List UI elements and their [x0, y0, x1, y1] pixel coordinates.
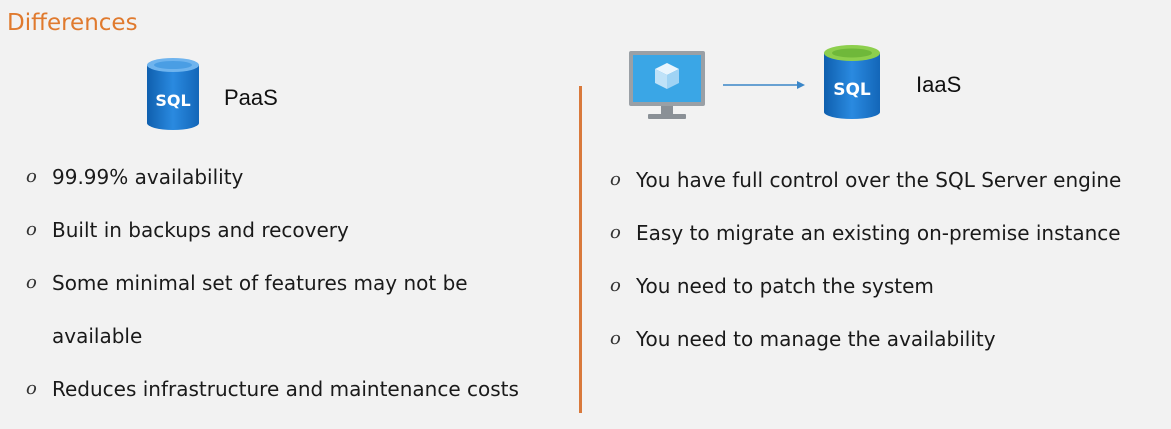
bullet-text: Built in backups and recovery [52, 218, 349, 242]
bullet-marker: o [610, 328, 621, 349]
bullet-text: You have full control over the SQL Serve… [636, 168, 1122, 192]
bullet-text: 99.99% availability [52, 165, 244, 189]
virtual-machine-icon [628, 50, 706, 122]
list-item: o 99.99% availability [26, 164, 566, 190]
sql-icon-text: SQL [155, 91, 190, 110]
list-item: o You need to patch the system [610, 273, 1170, 299]
sql-icon-text: SQL [833, 80, 871, 100]
bullet-text: You need to manage the availability [636, 327, 996, 351]
paas-label: PaaS [224, 85, 278, 110]
bullet-marker: o [26, 378, 37, 399]
bullet-marker: o [610, 275, 621, 296]
sql-database-icon: SQL [145, 57, 201, 131]
arrow-right-icon [721, 78, 807, 92]
bullet-marker: o [26, 272, 37, 293]
iaas-label: IaaS [916, 72, 962, 97]
list-item: o You need to manage the availability [610, 326, 1170, 352]
bullet-text: Some minimal set of features may not be [52, 271, 468, 295]
bullet-text: Easy to migrate an existing on-premise i… [636, 221, 1121, 245]
list-item: o Some minimal set of features may not b… [26, 270, 566, 349]
bullet-text: You need to patch the system [636, 274, 934, 298]
list-item: o Reduces infrastructure and maintenance… [26, 376, 566, 402]
bullet-text-continuation: available [52, 324, 143, 348]
sql-database-icon: SQL [822, 44, 882, 120]
column-divider [579, 86, 582, 413]
slide-title: Differences [7, 10, 138, 36]
list-item: o You have full control over the SQL Ser… [610, 167, 1170, 193]
bullet-marker: o [26, 219, 37, 240]
list-item: o Easy to migrate an existing on-premise… [610, 220, 1170, 246]
paas-bullet-list: o 99.99% availability o Built in backups… [26, 164, 566, 429]
bullet-marker: o [610, 169, 621, 190]
bullet-text: Reduces infrastructure and maintenance c… [52, 377, 519, 401]
iaas-bullet-list: o You have full control over the SQL Ser… [610, 167, 1170, 379]
bullet-marker: o [610, 222, 621, 243]
bullet-marker: o [26, 166, 37, 187]
list-item: o Built in backups and recovery [26, 217, 566, 243]
